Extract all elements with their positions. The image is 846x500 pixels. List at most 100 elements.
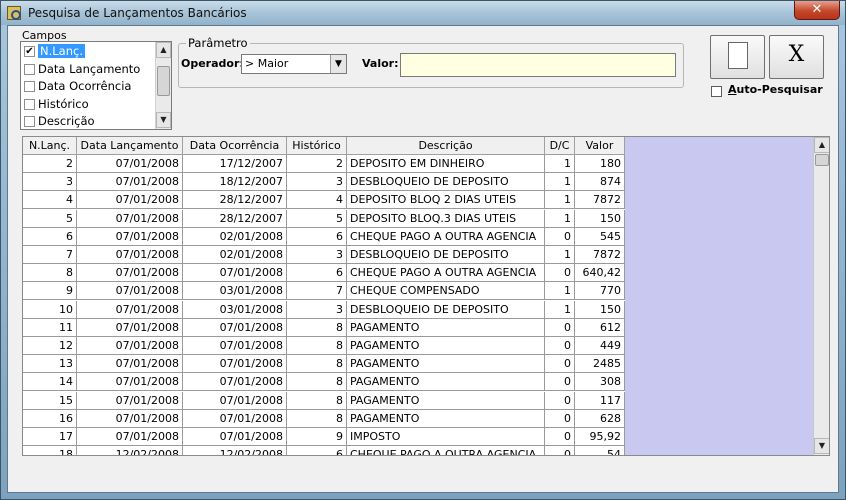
scroll-thumb[interactable]	[157, 66, 170, 96]
campos-item-checkbox[interactable]	[24, 116, 35, 127]
table-cell[interactable]: PAGAMENTO	[347, 373, 545, 392]
table-cell[interactable]: 612	[575, 318, 625, 337]
title-bar[interactable]: Pesquisa de Lançamentos Bancários ✕	[1, 1, 845, 25]
campos-item[interactable]: Histórico	[22, 96, 154, 113]
table-cell[interactable]: 07/01/2008	[183, 391, 287, 410]
table-cell[interactable]: 13	[23, 355, 77, 374]
table-cell[interactable]: CHEQUE COMPENSADO	[347, 282, 545, 301]
table-cell[interactable]: 4	[287, 191, 347, 210]
table-cell[interactable]: 18/12/2007	[183, 173, 287, 192]
table-cell[interactable]: 1	[545, 155, 575, 173]
column-header[interactable]: Valor	[575, 137, 625, 155]
table-cell[interactable]: 07/01/2008	[183, 409, 287, 428]
table-cell[interactable]: 5	[23, 209, 77, 228]
table-cell[interactable]: 1	[545, 173, 575, 192]
table-cell[interactable]: PAGAMENTO	[347, 318, 545, 337]
table-cell[interactable]: 6	[287, 264, 347, 283]
table-cell[interactable]: 0	[545, 391, 575, 410]
grid-scroll-thumb[interactable]	[815, 154, 829, 166]
table-cell[interactable]: IMPOSTO	[347, 428, 545, 446]
campos-item[interactable]: Descrição	[22, 113, 154, 129]
auto-pesquisar-label[interactable]: Auto-Pesquisar	[728, 83, 823, 96]
table-cell[interactable]: 1	[545, 246, 575, 264]
table-cell[interactable]: 07/01/2008	[77, 318, 183, 337]
campos-item[interactable]: Data Ocorrência	[22, 78, 154, 95]
table-cell[interactable]: PAGAMENTO	[347, 409, 545, 428]
column-header[interactable]: D/C	[545, 137, 575, 155]
table-cell[interactable]: 545	[575, 227, 625, 246]
table-cell[interactable]: CHEQUE PAGO A OUTRA AGENCIA	[347, 264, 545, 283]
table-cell[interactable]: 8	[287, 355, 347, 374]
grid-scroll-down-arrow-icon[interactable]: ▼	[814, 438, 829, 454]
table-cell[interactable]: 07/01/2008	[77, 246, 183, 264]
campos-item-checkbox[interactable]	[24, 63, 35, 75]
table-cell[interactable]: 07/01/2008	[77, 227, 183, 246]
table-cell[interactable]: 8	[287, 391, 347, 410]
table-cell[interactable]: 07/01/2008	[77, 355, 183, 374]
table-cell[interactable]: 0	[545, 373, 575, 392]
table-cell[interactable]: DESBLOQUEIO DE DEPOSITO	[347, 246, 545, 264]
table-cell[interactable]: 07/01/2008	[77, 428, 183, 446]
valor-input[interactable]	[400, 53, 676, 77]
table-cell[interactable]: 07/01/2008	[77, 173, 183, 192]
table-cell[interactable]: 308	[575, 373, 625, 392]
table-cell[interactable]: 0	[545, 318, 575, 337]
table-cell[interactable]: 5	[287, 209, 347, 228]
table-cell[interactable]: 2	[287, 155, 347, 173]
lancamentos-grid[interactable]: ▲ ▼ N.Lanç. Data Lançamento Data Ocorrênci…	[22, 136, 830, 456]
table-cell[interactable]: 9	[23, 282, 77, 301]
table-cell[interactable]: 03/01/2008	[183, 282, 287, 301]
table-cell[interactable]: 449	[575, 337, 625, 355]
table-cell[interactable]: 1	[545, 300, 575, 319]
table-cell[interactable]: 12/02/2008	[183, 446, 287, 455]
auto-pesquisar-checkbox[interactable]	[711, 86, 722, 97]
table-cell[interactable]: 07/01/2008	[183, 428, 287, 446]
table-cell[interactable]: 16	[23, 409, 77, 428]
table-cell[interactable]: 07/01/2008	[77, 337, 183, 355]
campos-item[interactable]: ✔ N.Lanç.	[22, 43, 154, 60]
grid-scroll-up-arrow-icon[interactable]: ▲	[814, 137, 829, 153]
table-cell[interactable]: 0	[545, 227, 575, 246]
table-cell[interactable]: 0	[545, 409, 575, 428]
table-cell[interactable]: 6	[287, 227, 347, 246]
table-cell[interactable]: 54	[575, 446, 625, 455]
table-cell[interactable]: 12/02/2008	[77, 446, 183, 455]
table-cell[interactable]: 150	[575, 300, 625, 319]
table-cell[interactable]: 02/01/2008	[183, 246, 287, 264]
table-cell[interactable]: 2485	[575, 355, 625, 374]
window-close-button[interactable]: ✕	[794, 1, 840, 20]
table-cell[interactable]: 15	[23, 391, 77, 410]
table-cell[interactable]: 07/01/2008	[183, 337, 287, 355]
table-cell[interactable]: 0	[545, 355, 575, 374]
table-cell[interactable]: 874	[575, 173, 625, 192]
table-cell[interactable]: 8	[287, 318, 347, 337]
table-cell[interactable]: DEPOSITO BLOQ.3 DIAS UTEIS	[347, 209, 545, 228]
table-cell[interactable]: 18	[23, 446, 77, 455]
table-cell[interactable]: 0	[545, 337, 575, 355]
table-cell[interactable]: 770	[575, 282, 625, 301]
campos-item-checkbox[interactable]	[24, 98, 35, 110]
campos-item-checkbox[interactable]: ✔	[24, 46, 35, 57]
table-cell[interactable]: 6	[287, 446, 347, 455]
table-cell[interactable]: 150	[575, 209, 625, 228]
table-cell[interactable]: 28/12/2007	[183, 191, 287, 210]
table-cell[interactable]: 17	[23, 428, 77, 446]
table-cell[interactable]: 07/01/2008	[183, 264, 287, 283]
table-cell[interactable]: 07/01/2008	[77, 373, 183, 392]
fechar-button[interactable]: X	[769, 35, 824, 79]
table-cell[interactable]: 07/01/2008	[183, 373, 287, 392]
campos-list[interactable]: ▲ ▼ ✔ N.Lanç. Data Lançamento Data Ocorrênc…	[20, 41, 172, 130]
table-cell[interactable]: 17/12/2007	[183, 155, 287, 173]
table-cell[interactable]: 11	[23, 318, 77, 337]
table-cell[interactable]: 3	[287, 246, 347, 264]
table-cell[interactable]: DEPOSITO EM DINHEIRO	[347, 155, 545, 173]
table-cell[interactable]: 07/01/2008	[77, 264, 183, 283]
table-cell[interactable]: 1	[545, 191, 575, 210]
table-cell[interactable]: 8	[287, 337, 347, 355]
table-cell[interactable]: 8	[287, 373, 347, 392]
table-cell[interactable]: 07/01/2008	[77, 191, 183, 210]
novo-button[interactable]	[710, 35, 765, 79]
table-cell[interactable]: 8	[23, 264, 77, 283]
table-cell[interactable]: 02/01/2008	[183, 227, 287, 246]
table-cell[interactable]: 28/12/2007	[183, 209, 287, 228]
